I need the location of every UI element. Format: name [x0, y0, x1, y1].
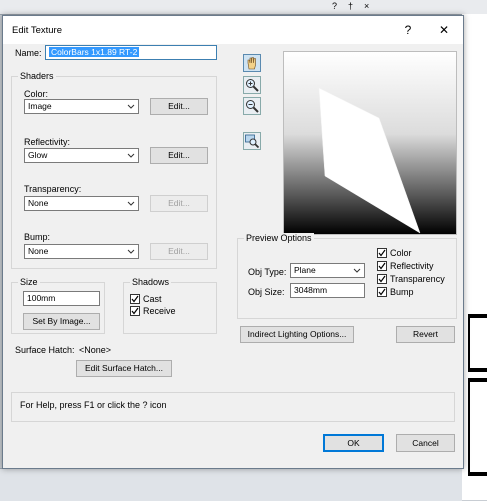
preview-reflectivity-label: Reflectivity: [390, 261, 434, 271]
name-input[interactable]: ColorBars 1x1.89 RT-2: [45, 45, 217, 60]
hand-pan-tool[interactable]: [243, 54, 261, 72]
name-input-value: ColorBars 1x1.89 RT-2: [49, 47, 140, 57]
background-close-glyph: ×: [364, 1, 370, 11]
chevron-down-icon: [127, 104, 135, 109]
obj-size-label: Obj Size:: [248, 287, 285, 297]
checkmark-icon: [131, 295, 139, 303]
hand-icon: [247, 57, 256, 70]
indirect-lighting-options-button[interactable]: Indirect Lighting Options...: [240, 326, 354, 343]
reflectivity-edit-button[interactable]: Edit...: [150, 147, 208, 164]
surface-hatch-label: Surface Hatch:: [15, 345, 75, 355]
receive-checkbox[interactable]: [130, 306, 140, 316]
bump-select[interactable]: None: [24, 244, 139, 259]
size-group-title: Size: [18, 277, 40, 287]
dialog-title: Edit Texture: [12, 25, 62, 36]
checkmark-icon: [131, 307, 139, 315]
transparency-label: Transparency:: [24, 184, 82, 194]
background-pin-glyph: †: [348, 1, 354, 11]
color-edit-button[interactable]: Edit...: [150, 98, 208, 115]
preview-bump-label: Bump: [390, 287, 414, 297]
dialog-titlebar: Edit Texture ? ✕: [3, 16, 463, 44]
color-select-value: Image: [28, 101, 52, 111]
help-text: For Help, press F1 or click the ? icon: [20, 400, 167, 410]
obj-type-select[interactable]: Plane: [290, 263, 365, 278]
close-button[interactable]: ✕: [431, 20, 457, 40]
bump-select-value: None: [28, 246, 49, 256]
checkmark-icon: [378, 262, 386, 270]
obj-type-select-value: Plane: [294, 265, 316, 275]
edit-texture-dialog: Edit Texture ? ✕ Name: ColorBars 1x1.89 …: [2, 15, 464, 469]
transparency-select-value: None: [28, 198, 49, 208]
set-by-image-button[interactable]: Set By Image...: [23, 313, 100, 330]
texture-preview-pane: [283, 51, 457, 235]
chevron-down-icon: [353, 268, 361, 273]
help-button[interactable]: ?: [395, 20, 421, 40]
preview-bump-checkbox[interactable]: [377, 287, 387, 297]
receive-label: Receive: [143, 306, 176, 316]
zoom-in-icon: [246, 79, 259, 92]
zoom-out-tool[interactable]: [243, 97, 261, 115]
preview-color-checkbox[interactable]: [377, 248, 387, 258]
color-select[interactable]: Image: [24, 99, 139, 114]
background-help-glyph: ?: [332, 1, 338, 11]
chevron-down-icon: [127, 153, 135, 158]
checkmark-icon: [378, 249, 386, 257]
reflectivity-select[interactable]: Glow: [24, 148, 139, 163]
shadows-group-title: Shadows: [130, 277, 172, 287]
ok-button[interactable]: OK: [323, 434, 384, 452]
checkmark-icon: [378, 275, 386, 283]
surface-hatch-value: <None>: [79, 345, 112, 355]
background-status-area: [0, 468, 462, 501]
transparency-edit-button[interactable]: Edit...: [150, 195, 208, 212]
cast-checkbox[interactable]: [130, 294, 140, 304]
transparency-select[interactable]: None: [24, 196, 139, 211]
zoom-fit-tool[interactable]: [243, 132, 261, 150]
cancel-button[interactable]: Cancel: [396, 434, 455, 452]
obj-size-input[interactable]: 3048mm: [290, 283, 365, 298]
preview-options-title: Preview Options: [244, 233, 314, 243]
bump-edit-button[interactable]: Edit...: [150, 243, 208, 260]
bump-label: Bump:: [24, 232, 51, 242]
preview-plane-shape: [318, 87, 421, 234]
size-input[interactable]: 100mm: [23, 291, 100, 306]
checkmark-icon: [378, 288, 386, 296]
name-label: Name:: [15, 48, 42, 58]
zoom-fit-icon: [245, 134, 260, 149]
color-label: Color:: [24, 89, 49, 99]
chevron-down-icon: [127, 201, 135, 206]
reflectivity-select-value: Glow: [28, 150, 48, 160]
chevron-down-icon: [127, 249, 135, 254]
reflectivity-label: Reflectivity:: [24, 137, 71, 147]
preview-reflectivity-checkbox[interactable]: [377, 261, 387, 271]
revert-button[interactable]: Revert: [396, 326, 455, 343]
preview-color-label: Color: [390, 248, 412, 258]
obj-type-label: Obj Type:: [248, 267, 287, 277]
preview-transparency-checkbox[interactable]: [377, 274, 387, 284]
help-panel: For Help, press F1 or click the ? icon: [11, 392, 455, 422]
zoom-out-icon: [246, 100, 259, 113]
shaders-group-title: Shaders: [18, 71, 56, 81]
zoom-in-tool[interactable]: [243, 76, 261, 94]
obj-size-input-value: 3048mm: [294, 285, 328, 295]
cast-label: Cast: [143, 294, 162, 304]
background-app-toolbar: ? † ×: [0, 0, 487, 15]
edit-surface-hatch-button[interactable]: Edit Surface Hatch...: [76, 360, 172, 377]
preview-transparency-label: Transparency: [390, 274, 445, 284]
background-drawing-area: [462, 14, 487, 500]
size-input-value: 100mm: [27, 293, 56, 303]
